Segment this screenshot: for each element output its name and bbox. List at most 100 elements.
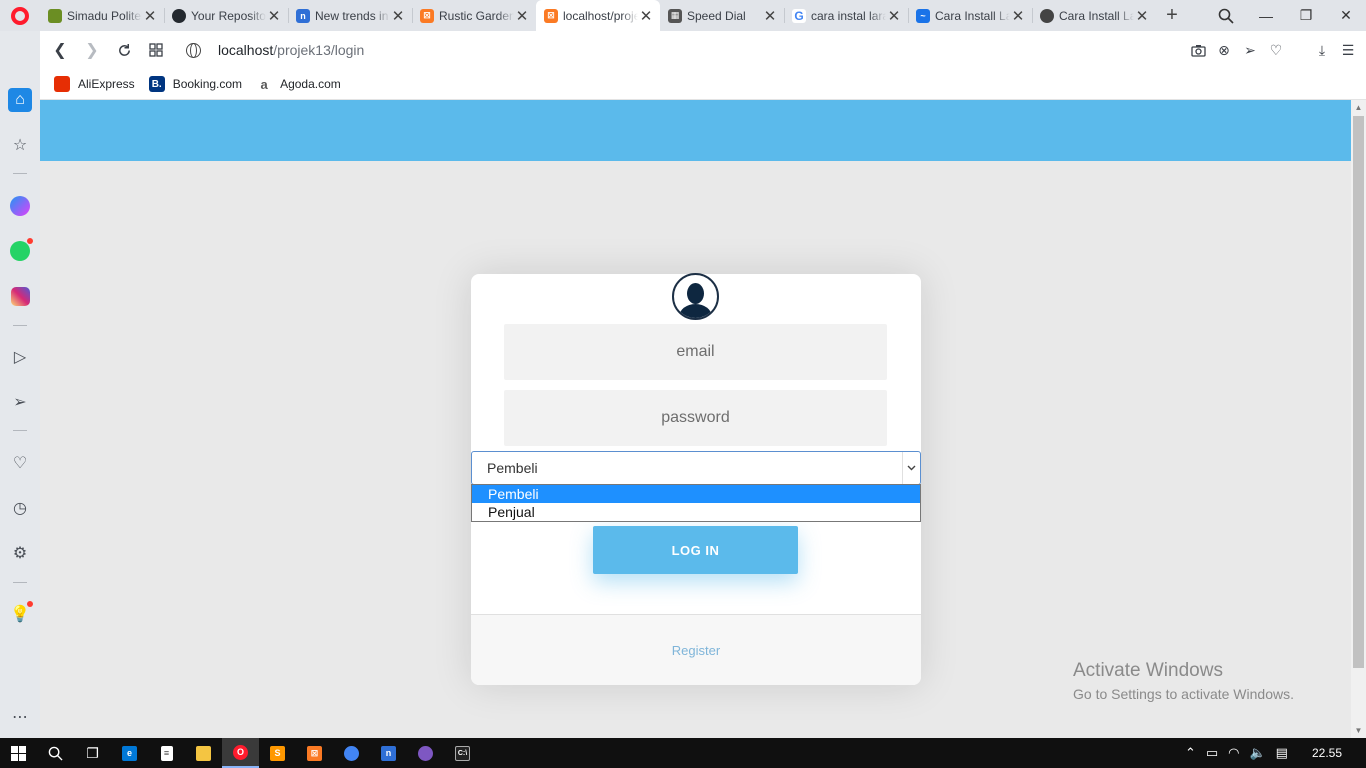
camera-icon[interactable] xyxy=(1188,40,1208,60)
booking-icon: B. xyxy=(148,76,165,92)
player-icon[interactable]: ▷ xyxy=(8,345,32,369)
tab-title: Your Repositories xyxy=(191,8,266,23)
reload-button[interactable] xyxy=(108,34,140,66)
opera-logo-icon xyxy=(11,6,29,25)
login-card: Pembeli Pembeli Penjual LOG IN Register xyxy=(471,273,921,685)
tab-google-search[interactable]: G cara instal laravel ✕ xyxy=(784,0,908,31)
role-option-pembeli[interactable]: Pembeli xyxy=(472,485,920,503)
emblem-icon xyxy=(48,8,62,23)
google-icon: G xyxy=(792,8,806,23)
heart-icon[interactable]: ♡ xyxy=(1266,40,1286,60)
close-tab-icon[interactable]: ✕ xyxy=(1134,7,1150,25)
n-icon: n xyxy=(296,8,310,23)
close-tab-icon[interactable]: ✕ xyxy=(142,7,158,25)
sidebar-divider xyxy=(13,430,27,431)
scroll-up-arrow-icon[interactable]: ▲ xyxy=(1354,103,1363,112)
register-link[interactable]: Register xyxy=(672,643,720,658)
close-tab-icon[interactable]: ✕ xyxy=(514,7,530,25)
file-explorer-icon[interactable] xyxy=(185,738,222,768)
purple-app-icon[interactable] xyxy=(407,738,444,768)
history-icon[interactable]: ◷ xyxy=(8,496,32,520)
avatar-body xyxy=(679,304,712,318)
whatsapp-icon[interactable] xyxy=(8,238,33,263)
bookmark-aliexpress[interactable]: AliExpress xyxy=(54,76,135,92)
role-select-value: Pembeli xyxy=(487,460,538,476)
role-option-penjual[interactable]: Penjual xyxy=(472,503,920,521)
tab-simadu[interactable]: Simadu Politeknik ✕ xyxy=(40,0,164,31)
tab-github[interactable]: Your Repositories ✕ xyxy=(164,0,288,31)
speed-dial-home-icon[interactable]: ⌂ xyxy=(8,88,32,112)
adblock-icon[interactable]: ⊗ xyxy=(1214,40,1234,60)
notifications-icon[interactable]: ▤ xyxy=(1276,745,1288,761)
wave-icon: ~ xyxy=(916,8,930,23)
tab-localhost-login[interactable]: ⊠ localhost/projek13/login ✕ xyxy=(536,0,660,31)
bookmark-label: Booking.com xyxy=(172,77,243,91)
scroll-down-arrow-icon[interactable]: ▼ xyxy=(1354,726,1363,735)
windows-start-icon[interactable] xyxy=(0,738,37,768)
lightbulb-icon[interactable]: 💡 xyxy=(8,601,33,626)
messenger-icon[interactable] xyxy=(8,194,32,218)
my-flow-icon[interactable]: ➢ xyxy=(8,390,32,414)
more-icon[interactable]: ⋯ xyxy=(8,705,32,729)
bookmark-agoda[interactable]: a Agoda.com xyxy=(256,76,341,92)
close-window-button[interactable]: ✕ xyxy=(1326,0,1366,31)
aliexpress-icon xyxy=(54,76,70,92)
sublime-text-icon[interactable]: S xyxy=(259,738,296,768)
email-field[interactable] xyxy=(504,324,887,380)
settings-gear-icon[interactable]: ⚙ xyxy=(8,541,32,565)
easy-setup-icon[interactable]: ☰ xyxy=(1338,40,1358,60)
sidebar: ⌂ ☆ ▷ ➢ ♡ ◷ ⚙ 💡 ⋯ xyxy=(0,31,40,738)
volume-icon[interactable]: 🔈 xyxy=(1249,745,1265,761)
n-app-icon[interactable]: n xyxy=(370,738,407,768)
tab-overview-icon[interactable] xyxy=(140,34,172,66)
xampp-taskbar-icon[interactable]: ⊠ xyxy=(296,738,333,768)
battery-icon[interactable]: ▭ xyxy=(1206,745,1218,761)
tab-speed-dial[interactable]: ▦ Speed Dial ✕ xyxy=(660,0,784,31)
opera-menu-button[interactable] xyxy=(0,0,40,31)
bookmarks-icon[interactable]: ☆ xyxy=(8,133,32,157)
login-button[interactable]: LOG IN xyxy=(593,526,798,574)
edge-icon[interactable]: e xyxy=(111,738,148,768)
tab-cara-install-2[interactable]: Cara Install Laravel ✕ xyxy=(1032,0,1156,31)
tab-title: Cara Install Laravel xyxy=(1059,8,1134,23)
search-tabs-icon[interactable] xyxy=(1206,0,1246,31)
wifi-icon[interactable]: ◠ xyxy=(1228,745,1239,761)
send-icon[interactable]: ➢ xyxy=(1240,40,1260,60)
restore-button[interactable]: ❐ xyxy=(1286,0,1326,31)
close-tab-icon[interactable]: ✕ xyxy=(886,7,902,25)
task-view-icon[interactable]: ❐ xyxy=(74,738,111,768)
minimize-button[interactable]: — xyxy=(1246,0,1286,31)
back-button[interactable]: ❮ xyxy=(44,34,76,66)
close-tab-icon[interactable]: ✕ xyxy=(390,7,406,25)
page-scrollbar[interactable]: ▲ ▼ xyxy=(1351,100,1366,738)
show-hidden-icons-icon[interactable]: ⌃ xyxy=(1185,745,1196,761)
tab-new-trends[interactable]: n New trends in ✕ xyxy=(288,0,412,31)
command-prompt-icon[interactable]: C:\ xyxy=(444,738,481,768)
taskbar-clock[interactable]: 22.55 xyxy=(1312,746,1342,760)
opera-taskbar-icon[interactable]: O xyxy=(222,738,259,768)
tab-rustic-garden[interactable]: ⊠ Rustic Garden ✕ xyxy=(412,0,536,31)
tab-title: localhost/projek13/login xyxy=(563,8,638,23)
close-tab-icon[interactable]: ✕ xyxy=(638,7,654,25)
sidebar-divider xyxy=(13,325,27,326)
url-field[interactable]: localhost/projek13/login xyxy=(186,42,364,58)
pinboard-heart-icon[interactable]: ♡ xyxy=(8,451,32,475)
new-tab-button[interactable]: + xyxy=(1156,0,1188,31)
close-tab-icon[interactable]: ✕ xyxy=(762,7,778,25)
tab-cara-install-1[interactable]: ~ Cara Install Laravel ✕ xyxy=(908,0,1032,31)
chevron-down-icon[interactable] xyxy=(902,452,920,484)
download-icon[interactable]: ⤓ xyxy=(1312,40,1332,60)
close-tab-icon[interactable]: ✕ xyxy=(1010,7,1026,25)
chrome-icon[interactable] xyxy=(333,738,370,768)
file-icon[interactable]: ≡ xyxy=(148,738,185,768)
close-tab-icon[interactable]: ✕ xyxy=(266,7,282,25)
scroll-thumb[interactable] xyxy=(1353,116,1364,668)
search-icon[interactable] xyxy=(37,738,74,768)
role-dropdown-list: Pembeli Penjual xyxy=(471,484,921,522)
password-field[interactable] xyxy=(504,390,887,446)
bookmark-booking[interactable]: B. Booking.com xyxy=(148,76,243,92)
notification-dot xyxy=(27,601,33,607)
instagram-icon[interactable] xyxy=(8,284,32,308)
role-select[interactable]: Pembeli xyxy=(471,451,921,485)
forward-button[interactable]: ❯ xyxy=(76,34,108,66)
